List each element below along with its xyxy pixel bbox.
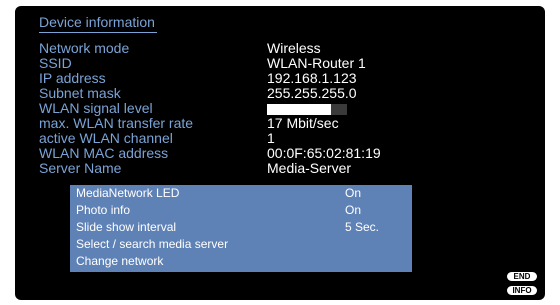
channel-value: 1	[267, 130, 275, 146]
network-mode-value: Wireless	[267, 40, 321, 56]
title-underline	[39, 32, 157, 33]
channel-label: active WLAN channel	[39, 130, 173, 146]
subnet-mask-value: 255.255.255.0	[267, 85, 357, 101]
menu-item-medianetwork-led[interactable]: MediaNetwork LED	[76, 186, 179, 200]
device-info-screen: Device information Network mode SSID IP …	[15, 6, 545, 300]
menu-item-change-network[interactable]: Change network	[76, 254, 163, 268]
menu-item-photo-info[interactable]: Photo info	[76, 203, 130, 217]
ip-address-label: IP address	[39, 70, 106, 86]
transfer-rate-label: max. WLAN transfer rate	[39, 115, 194, 131]
menu-item-slide-show-interval[interactable]: Slide show interval	[76, 220, 176, 234]
menu-value-medianetwork-led[interactable]: On	[345, 186, 361, 200]
end-button[interactable]: END	[507, 272, 537, 281]
signal-level-fill	[267, 104, 331, 115]
ip-address-value: 192.168.1.123	[267, 70, 357, 86]
menu-item-select-media-server[interactable]: Select / search media server	[76, 237, 228, 251]
menu-value-slide-show-interval[interactable]: 5 Sec.	[345, 220, 379, 234]
menu-value-photo-info[interactable]: On	[345, 203, 361, 217]
mac-address-label: WLAN MAC address	[39, 145, 169, 161]
ssid-value: WLAN-Router 1	[267, 55, 366, 71]
signal-level-bar	[267, 104, 347, 115]
mac-address-value: 00:0F:65:02:81:19	[267, 145, 381, 161]
info-button[interactable]: INFO	[507, 286, 537, 295]
settings-menu: MediaNetwork LED On Photo info On Slide …	[70, 185, 412, 272]
subnet-mask-label: Subnet mask	[39, 85, 121, 101]
server-name-label: Server Name	[39, 160, 122, 176]
page-title: Device information	[39, 14, 155, 30]
transfer-rate-value: 17 Mbit/sec	[267, 115, 339, 131]
signal-level-label: WLAN signal level	[39, 100, 153, 116]
ssid-label: SSID	[39, 55, 72, 71]
network-mode-label: Network mode	[39, 40, 130, 56]
server-name-value: Media-Server	[267, 160, 352, 176]
